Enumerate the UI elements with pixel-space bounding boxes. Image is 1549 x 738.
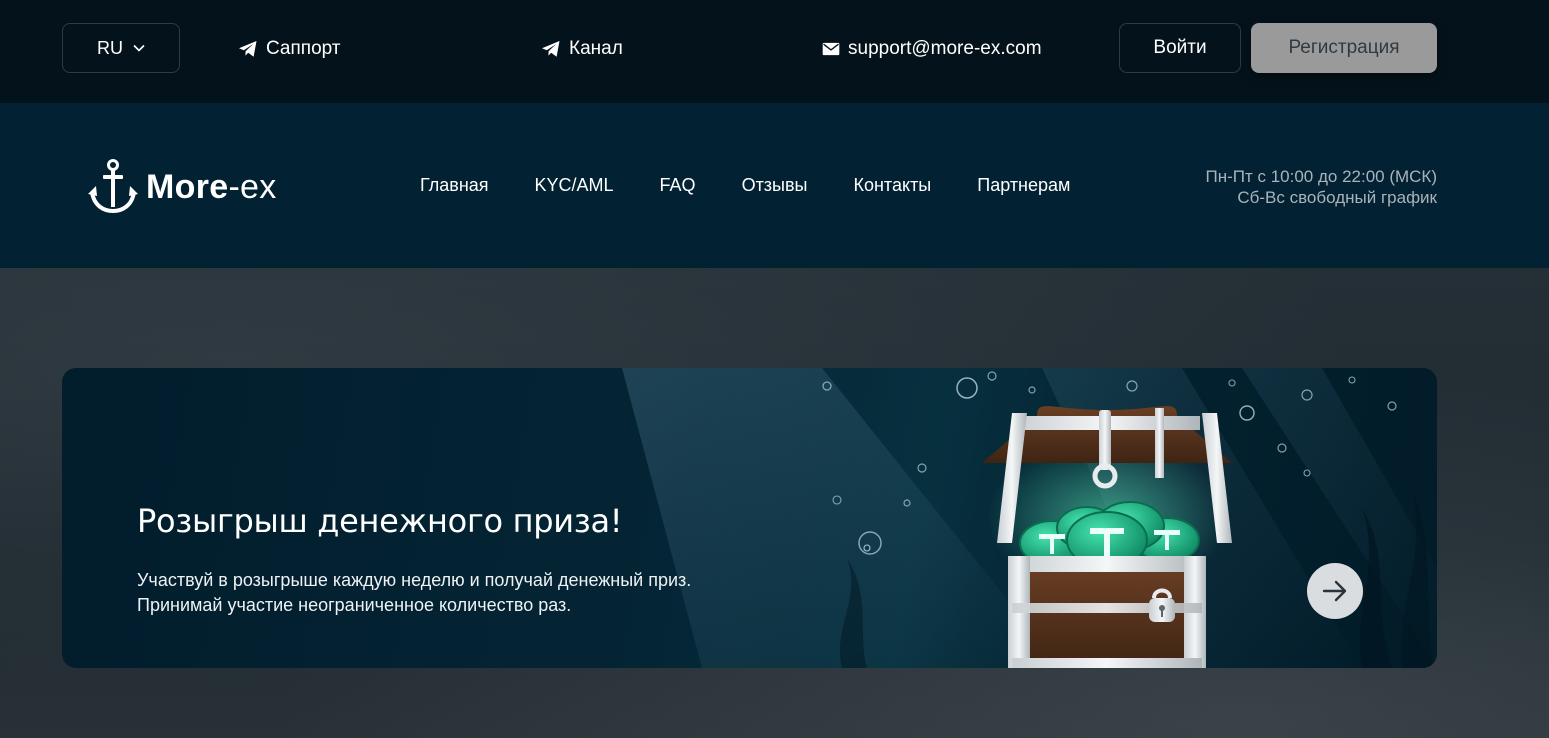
hours-weekend: Сб-Вс свободный график — [1237, 188, 1437, 207]
channel-label: Канал — [569, 38, 623, 59]
banner-description: Участвуй в розыгрыше каждую неделю и пол… — [137, 568, 857, 618]
channel-link[interactable]: Канал — [541, 36, 623, 62]
language-selector[interactable]: RU — [62, 23, 180, 73]
nav-item-kyc-aml[interactable]: KYC/AML — [535, 175, 614, 201]
banner-text-line-2: Принимай участие неограниченное количест… — [137, 595, 572, 615]
arrow-right-icon — [1322, 580, 1347, 602]
email-address: support@more-ex.com — [848, 38, 1042, 59]
site-logo[interactable]: More-ex — [88, 155, 277, 219]
support-label: Саппорт — [266, 38, 341, 59]
nav-item-reviews[interactable]: Отзывы — [742, 175, 808, 201]
top-bar: RU Саппорт Канал support@more-ex.com Вой… — [0, 0, 1549, 103]
logo-text-bold: More — [146, 167, 229, 206]
nav-item-partners[interactable]: Партнерам — [977, 175, 1070, 201]
mail-icon — [822, 42, 840, 56]
banner-title: Розыгрыш денежного приза! — [137, 502, 623, 540]
chevron-down-icon — [133, 44, 145, 52]
treasure-chest-illustration — [982, 406, 1232, 668]
banner-text-line-1: Участвуй в розыгрыше каждую неделю и пол… — [137, 570, 692, 590]
logo-text: More-ex — [146, 168, 277, 207]
telegram-icon — [239, 41, 257, 57]
login-button[interactable]: Войти — [1119, 23, 1241, 73]
main-navbar: More-ex Главная KYC/AML FAQ Отзывы Конта… — [0, 103, 1549, 268]
email-link[interactable]: support@more-ex.com — [822, 36, 1042, 62]
logo-text-light: -ex — [228, 167, 277, 206]
nav-menu: Главная KYC/AML FAQ Отзывы Контакты Парт… — [420, 175, 1070, 201]
register-button[interactable]: Регистрация — [1251, 23, 1437, 73]
working-hours: Пн-Пт с 10:00 до 22:00 (МСК) Сб-Вс свобо… — [1205, 166, 1437, 208]
telegram-icon — [542, 41, 560, 57]
anchor-icon — [88, 159, 138, 214]
language-label: RU — [97, 37, 123, 58]
nav-item-contacts[interactable]: Контакты — [854, 175, 932, 201]
support-link[interactable]: Саппорт — [238, 36, 341, 62]
nav-item-faq[interactable]: FAQ — [660, 175, 696, 201]
promo-banner: Розыгрыш денежного приза! Участвуй в роз… — [62, 368, 1437, 668]
nav-item-home[interactable]: Главная — [420, 175, 489, 201]
banner-next-button[interactable] — [1307, 563, 1363, 619]
hours-weekdays: Пн-Пт с 10:00 до 22:00 (МСК) — [1205, 167, 1437, 186]
